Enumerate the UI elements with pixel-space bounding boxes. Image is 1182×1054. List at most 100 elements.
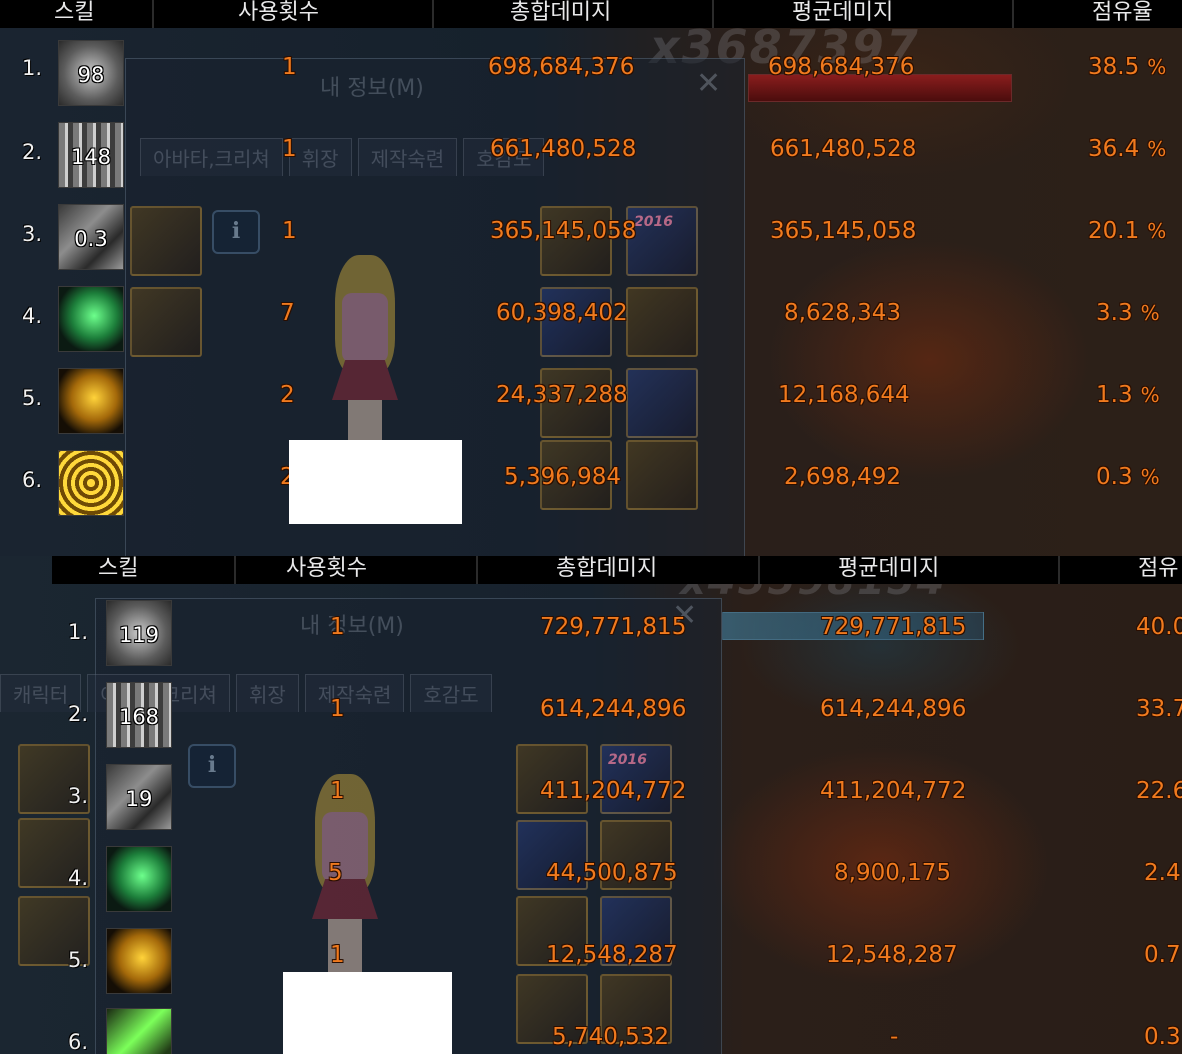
- row-share: 22.6: [1136, 778, 1182, 804]
- row-share: 0.7: [1144, 942, 1181, 968]
- row-share: 1.3%: [1096, 382, 1160, 408]
- header-uses: 사용횟수: [286, 556, 367, 581]
- row-rank: 6.: [68, 1030, 89, 1054]
- stats-header: 스킬 사용횟수 총합데미지 평균데미지 점유율: [0, 0, 1182, 28]
- row-avg-damage: 12,548,287: [826, 942, 958, 968]
- info-button[interactable]: i: [188, 744, 236, 788]
- equipment-slot[interactable]: [130, 206, 202, 276]
- header-share: 점유: [1138, 556, 1179, 581]
- row-uses: 1: [330, 696, 345, 722]
- row-rank: 2.: [68, 702, 89, 726]
- row-rank: 4.: [22, 304, 43, 328]
- equipment-slot[interactable]: [626, 368, 698, 438]
- row-avg-damage: 614,244,896: [820, 696, 967, 722]
- header-avg-damage: 평균데미지: [838, 556, 940, 581]
- row-rank: 1.: [68, 620, 89, 644]
- mech-skill-icon: 19: [106, 764, 172, 830]
- row-rank: 5.: [68, 948, 89, 972]
- gold-slash-skill-icon: [58, 368, 124, 434]
- row-rank: 3.: [22, 222, 43, 246]
- tab-affection[interactable]: 호감도: [410, 674, 492, 712]
- header-total-damage: 총합데미지: [556, 556, 658, 581]
- gold-ring-skill-icon: [58, 450, 124, 516]
- row-rank: 5.: [22, 386, 43, 410]
- row-rank: 6.: [22, 468, 43, 492]
- row-uses: 1: [330, 778, 345, 804]
- tab-emblem[interactable]: 휘장: [288, 138, 352, 176]
- equipment-slot[interactable]: [130, 287, 202, 357]
- tab-crafting[interactable]: 제작숙련: [304, 674, 405, 712]
- row-rank: 2.: [22, 140, 43, 164]
- stats-header: 스킬 사용횟수 총합데미지 평균데미지 점유: [52, 556, 1182, 584]
- row-uses: 1: [282, 136, 297, 162]
- row-share: 33.7: [1136, 696, 1182, 722]
- row-avg-damage: -: [890, 1024, 899, 1050]
- header-uses: 사용횟수: [238, 0, 319, 25]
- row-total-damage: 60,398,402: [496, 300, 628, 326]
- header-skill: 스킬: [98, 556, 139, 581]
- tab-emblem[interactable]: 휘장: [235, 674, 299, 712]
- row-share: 40.0: [1136, 614, 1182, 640]
- row-avg-damage: 8,900,175: [834, 860, 952, 886]
- row-avg-damage: 698,684,376: [768, 54, 915, 80]
- redaction-box: [289, 440, 462, 524]
- row-share: 3.3%: [1096, 300, 1160, 326]
- row-total-damage: 44,500,875: [546, 860, 678, 886]
- my-info-window-title: 내 정보(M): [300, 614, 404, 639]
- chain-skill-icon: 168: [106, 682, 172, 748]
- mech-skill-icon: 0.3: [58, 204, 124, 270]
- equipment-slot[interactable]: [626, 287, 698, 357]
- row-rank: 3.: [68, 784, 89, 808]
- my-info-window-title: 내 정보(M): [320, 76, 424, 101]
- info-button[interactable]: i: [212, 210, 260, 254]
- row-share: 20.1%: [1088, 218, 1167, 244]
- row-uses: 5: [328, 860, 343, 886]
- tab-avatar-creature[interactable]: 아바타,크리쳐: [140, 138, 283, 176]
- row-uses: 1: [282, 54, 297, 80]
- green-slash-skill-icon: [58, 286, 124, 352]
- chain-skill-icon: 148: [58, 122, 124, 188]
- header-avg-damage: 평균데미지: [792, 0, 894, 25]
- row-total-damage: 12,548,287: [546, 942, 678, 968]
- row-total-damage: 411,204,772: [540, 778, 687, 804]
- equipment-slot[interactable]: 2016: [626, 206, 698, 276]
- header-skill: 스킬: [54, 0, 95, 25]
- row-total-damage: 698,684,376: [488, 54, 635, 80]
- year-badge-icon: 2016: [608, 752, 647, 768]
- row-avg-damage: 8,628,343: [784, 300, 902, 326]
- row-share: 0.3%: [1096, 464, 1160, 490]
- row-avg-damage: 2,698,492: [784, 464, 902, 490]
- row-uses: 1: [330, 614, 345, 640]
- damage-stats-panel-2: x45598154 내 정보(M) ✕ 캐릭터 아바타,크리쳐 휘장 제작숙련 …: [0, 556, 1182, 1054]
- row-uses: 7: [280, 300, 295, 326]
- row-total-damage: 614,244,896: [540, 696, 687, 722]
- header-share: 점유율: [1092, 0, 1153, 25]
- row-total-damage: 365,145,058: [490, 218, 637, 244]
- row-total-damage: 661,480,528: [490, 136, 637, 162]
- redaction-box: [283, 972, 452, 1054]
- row-share: 2.4: [1144, 860, 1181, 886]
- character-figure: [320, 255, 410, 470]
- row-avg-damage: 411,204,772: [820, 778, 967, 804]
- header-total-damage: 총합데미지: [510, 0, 612, 25]
- row-avg-damage: 729,771,815: [820, 614, 967, 640]
- tab-crafting[interactable]: 제작숙련: [357, 138, 458, 176]
- row-total-damage: 24,337,288: [496, 382, 628, 408]
- lime-blade-skill-icon: [106, 1008, 172, 1054]
- row-total-damage: 5,740,532: [552, 1024, 670, 1050]
- row-total-damage: 5,396,984: [504, 464, 622, 490]
- row-rank: 1.: [22, 56, 43, 80]
- row-avg-damage: 365,145,058: [770, 218, 917, 244]
- row-total-damage: 729,771,815: [540, 614, 687, 640]
- row-share: 36.4%: [1088, 136, 1167, 162]
- equipment-slot[interactable]: [626, 440, 698, 510]
- green-slash-skill-icon: [106, 846, 172, 912]
- cross-blade-skill-icon: 98: [58, 40, 124, 106]
- year-badge-icon: 2016: [634, 214, 673, 230]
- row-share: 0.3: [1144, 1024, 1181, 1050]
- damage-stats-panel-1: x3687397 내 정보(M) ✕ 아바타,크리쳐 휘장 제작숙련 호감도 i…: [0, 0, 1182, 556]
- row-uses: 1: [330, 942, 345, 968]
- row-avg-damage: 661,480,528: [770, 136, 917, 162]
- row-share: 38.5%: [1088, 54, 1167, 80]
- close-icon[interactable]: ✕: [696, 66, 721, 101]
